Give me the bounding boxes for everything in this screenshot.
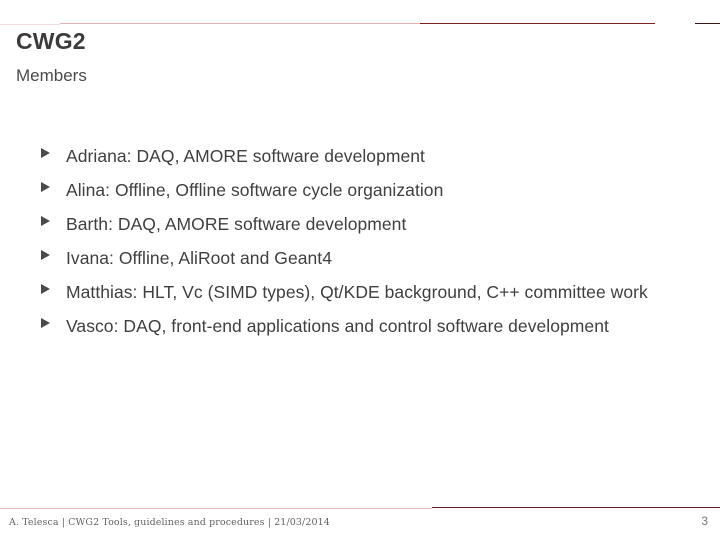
title-block: CWG2 Members xyxy=(16,27,676,88)
list-item-label: Alina: Offline, Offline software cycle o… xyxy=(66,180,444,200)
list-item: Matthias: HLT, Vc (SIMD types), Qt/KDE b… xyxy=(40,275,680,309)
triangle-right-icon xyxy=(40,173,66,193)
list-item-label: Vasco: DAQ, front-end applications and c… xyxy=(66,316,609,336)
triangle-right-icon xyxy=(40,309,66,329)
list-item: Ivana: Offline, AliRoot and Geant4 xyxy=(40,241,680,275)
list-item: Alina: Offline, Offline software cycle o… xyxy=(40,173,680,207)
page-number: 3 xyxy=(701,514,708,528)
list-item: Vasco: DAQ, front-end applications and c… xyxy=(40,309,680,343)
footer-divider xyxy=(0,507,720,509)
list-item-label: Barth: DAQ, AMORE software development xyxy=(66,214,407,234)
header-divider-segment-dark xyxy=(420,23,655,24)
list-item-label: Matthias: HLT, Vc (SIMD types), Qt/KDE b… xyxy=(66,282,648,302)
list-item-label: Adriana: DAQ, AMORE software development xyxy=(66,146,425,166)
page-title: CWG2 xyxy=(16,28,86,54)
triangle-right-icon xyxy=(40,241,66,261)
header-divider xyxy=(0,23,720,25)
header-divider-segment-light xyxy=(0,24,60,25)
triangle-right-icon xyxy=(40,207,66,227)
header-divider-segment-pink xyxy=(60,23,420,24)
footer-divider-segment-light xyxy=(0,508,432,509)
list-item: Adriana: DAQ, AMORE software development xyxy=(40,139,680,173)
members-bullet-list: Adriana: DAQ, AMORE software development… xyxy=(40,139,680,343)
header-divider-segment-end xyxy=(695,23,720,24)
footer-caption: A. Telesca | CWG2 Tools, guidelines and … xyxy=(9,517,330,528)
triangle-right-icon xyxy=(40,275,66,295)
triangle-right-icon xyxy=(40,139,66,159)
page-subtitle: Members xyxy=(16,66,87,85)
footer-divider-segment-dark xyxy=(432,507,720,508)
list-item-label: Ivana: Offline, AliRoot and Geant4 xyxy=(66,248,332,268)
list-item: Barth: DAQ, AMORE software development xyxy=(40,207,680,241)
